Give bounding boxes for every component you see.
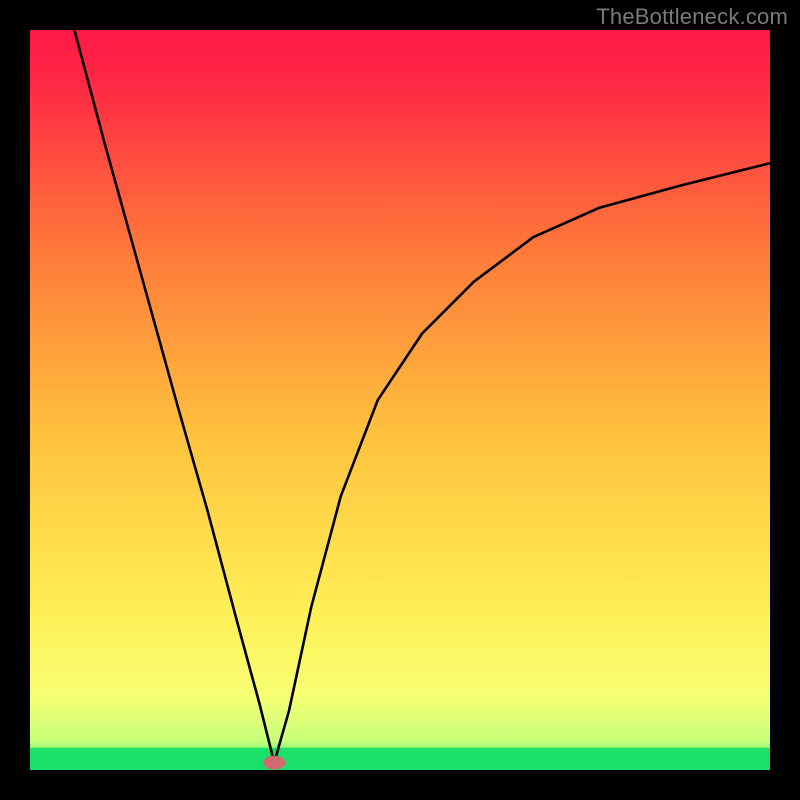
minimum-marker xyxy=(263,756,285,770)
green-band xyxy=(30,748,770,770)
plot-background xyxy=(30,30,770,770)
watermark-text: TheBottleneck.com xyxy=(596,4,788,30)
chart-svg xyxy=(30,30,770,770)
chart-frame xyxy=(30,30,770,770)
